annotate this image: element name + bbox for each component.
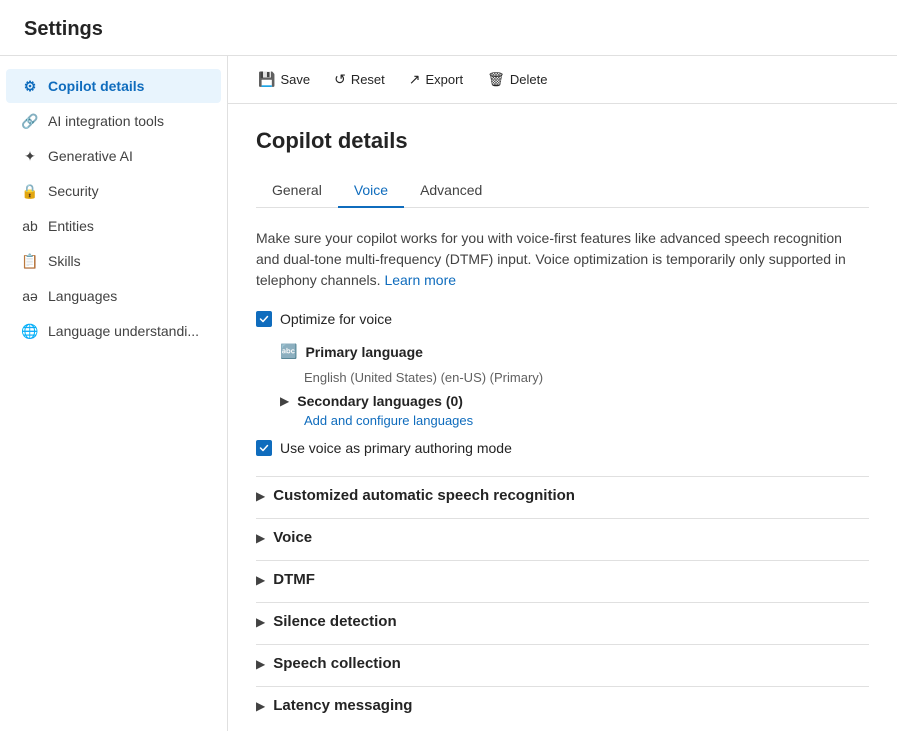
toolbar: 💾Save↺Reset↗Export🗑Delete [228,56,897,104]
expand-title-speech-collection: Speech collection [273,655,401,672]
sidebar-item-languages[interactable]: aə Languages [6,279,221,313]
sidebar-item-generative-ai[interactable]: ✦ Generative AI [6,139,221,173]
expand-section-speech-collection: ▶ Speech collection [256,645,869,682]
sidebar-item-ai-integration-tools[interactable]: 🔗 AI integration tools [6,104,221,138]
expand-chevron-custom-asr: ▶ [256,489,265,503]
expand-section-dtmf: ▶ DTMF [256,561,869,598]
use-voice-label: Use voice as primary authoring mode [280,440,512,456]
sidebar-item-label-languages: Languages [48,288,117,304]
expand-section-voice: ▶ Voice [256,519,869,556]
use-voice-checkbox[interactable] [256,440,272,456]
sidebar-item-label-language-understanding: Language understandi... [48,323,199,339]
tab-advanced[interactable]: Advanced [404,174,498,208]
sidebar-item-skills[interactable]: 📋 Skills [6,244,221,278]
tabs-container: GeneralVoiceAdvanced [256,174,869,208]
expand-section-silence-detection: ▶ Silence detection [256,603,869,640]
sidebar-item-label-skills: Skills [48,253,81,269]
expand-chevron-silence-detection: ▶ [256,615,265,629]
ai-integration-tools-icon: 🔗 [22,113,38,129]
expand-header-voice[interactable]: ▶ Voice [256,519,869,556]
use-voice-row[interactable]: Use voice as primary authoring mode [256,440,869,456]
expand-title-silence-detection: Silence detection [273,613,396,630]
learn-more-link[interactable]: Learn more [384,272,456,288]
sidebar-item-copilot-details[interactable]: ⚙ Copilot details [6,69,221,103]
main-layout: ⚙ Copilot details 🔗 AI integration tools… [0,56,897,731]
primary-language-label: Primary language [305,344,423,360]
sidebar-item-language-understanding[interactable]: 🌐 Language understandi... [6,314,221,348]
save-icon: 💾 [258,71,275,88]
primary-language-section: 🔤 Primary language English (United State… [280,339,869,428]
expand-title-latency-messaging: Latency messaging [273,697,412,714]
delete-button[interactable]: 🗑Delete [477,66,557,93]
secondary-languages-row[interactable]: ▶ Secondary languages (0) [280,393,869,409]
expand-section-latency-messaging: ▶ Latency messaging [256,687,869,724]
skills-icon: 📋 [22,253,38,269]
sidebar-item-label-ai-integration-tools: AI integration tools [48,113,164,129]
expand-header-latency-messaging[interactable]: ▶ Latency messaging [256,687,869,724]
expand-title-voice: Voice [273,529,312,546]
language-understanding-icon: 🌐 [22,323,38,339]
primary-language-row: 🔤 Primary language [280,339,869,364]
voice-description: Make sure your copilot works for you wit… [256,228,869,291]
content-area: 💾Save↺Reset↗Export🗑Delete Copilot detail… [228,56,897,731]
optimize-voice-label: Optimize for voice [280,311,392,327]
add-configure-languages-link[interactable]: Add and configure languages [304,413,869,428]
generative-ai-icon: ✦ [22,148,38,164]
page-content: Copilot details GeneralVoiceAdvanced Mak… [228,104,897,731]
expand-section-custom-asr: ▶ Customized automatic speech recognitio… [256,477,869,514]
entities-icon: ab [22,218,38,234]
page-title: Settings [24,18,873,41]
expand-chevron-voice: ▶ [256,531,265,545]
save-button[interactable]: 💾Save [248,66,320,93]
expand-header-speech-collection[interactable]: ▶ Speech collection [256,645,869,682]
reset-button[interactable]: ↺Reset [324,66,395,93]
expand-title-dtmf: DTMF [273,571,315,588]
optimize-voice-checkbox[interactable] [256,311,272,327]
tab-voice[interactable]: Voice [338,174,404,208]
copilot-details-title: Copilot details [256,128,869,154]
sidebar-item-entities[interactable]: ab Entities [6,209,221,243]
export-icon: ↗ [409,71,421,88]
sidebar-item-label-security: Security [48,183,99,199]
expandable-sections: ▶ Customized automatic speech recognitio… [256,476,869,724]
copilot-details-icon: ⚙ [22,78,38,94]
primary-lang-icon: 🔤 [280,343,297,360]
expand-chevron-speech-collection: ▶ [256,657,265,671]
expand-header-dtmf[interactable]: ▶ DTMF [256,561,869,598]
secondary-languages-label: Secondary languages (0) [297,393,463,409]
sidebar: ⚙ Copilot details 🔗 AI integration tools… [0,56,228,731]
languages-icon: aə [22,288,38,304]
sidebar-item-label-copilot-details: Copilot details [48,78,144,94]
sidebar-item-label-entities: Entities [48,218,94,234]
sidebar-item-label-generative-ai: Generative AI [48,148,133,164]
expand-header-custom-asr[interactable]: ▶ Customized automatic speech recognitio… [256,477,869,514]
expand-header-silence-detection[interactable]: ▶ Silence detection [256,603,869,640]
secondary-lang-chevron: ▶ [280,394,289,408]
expand-chevron-latency-messaging: ▶ [256,699,265,713]
reset-icon: ↺ [334,71,346,88]
sidebar-item-security[interactable]: 🔒 Security [6,174,221,208]
expand-title-custom-asr: Customized automatic speech recognition [273,487,575,504]
export-button[interactable]: ↗Export [399,66,473,93]
delete-icon: 🗑 [487,71,505,88]
expand-chevron-dtmf: ▶ [256,573,265,587]
security-icon: 🔒 [22,183,38,199]
primary-language-value: English (United States) (en-US) (Primary… [304,370,869,385]
tab-general[interactable]: General [256,174,338,208]
optimize-voice-row[interactable]: Optimize for voice [256,311,869,327]
app-header: Settings [0,0,897,56]
